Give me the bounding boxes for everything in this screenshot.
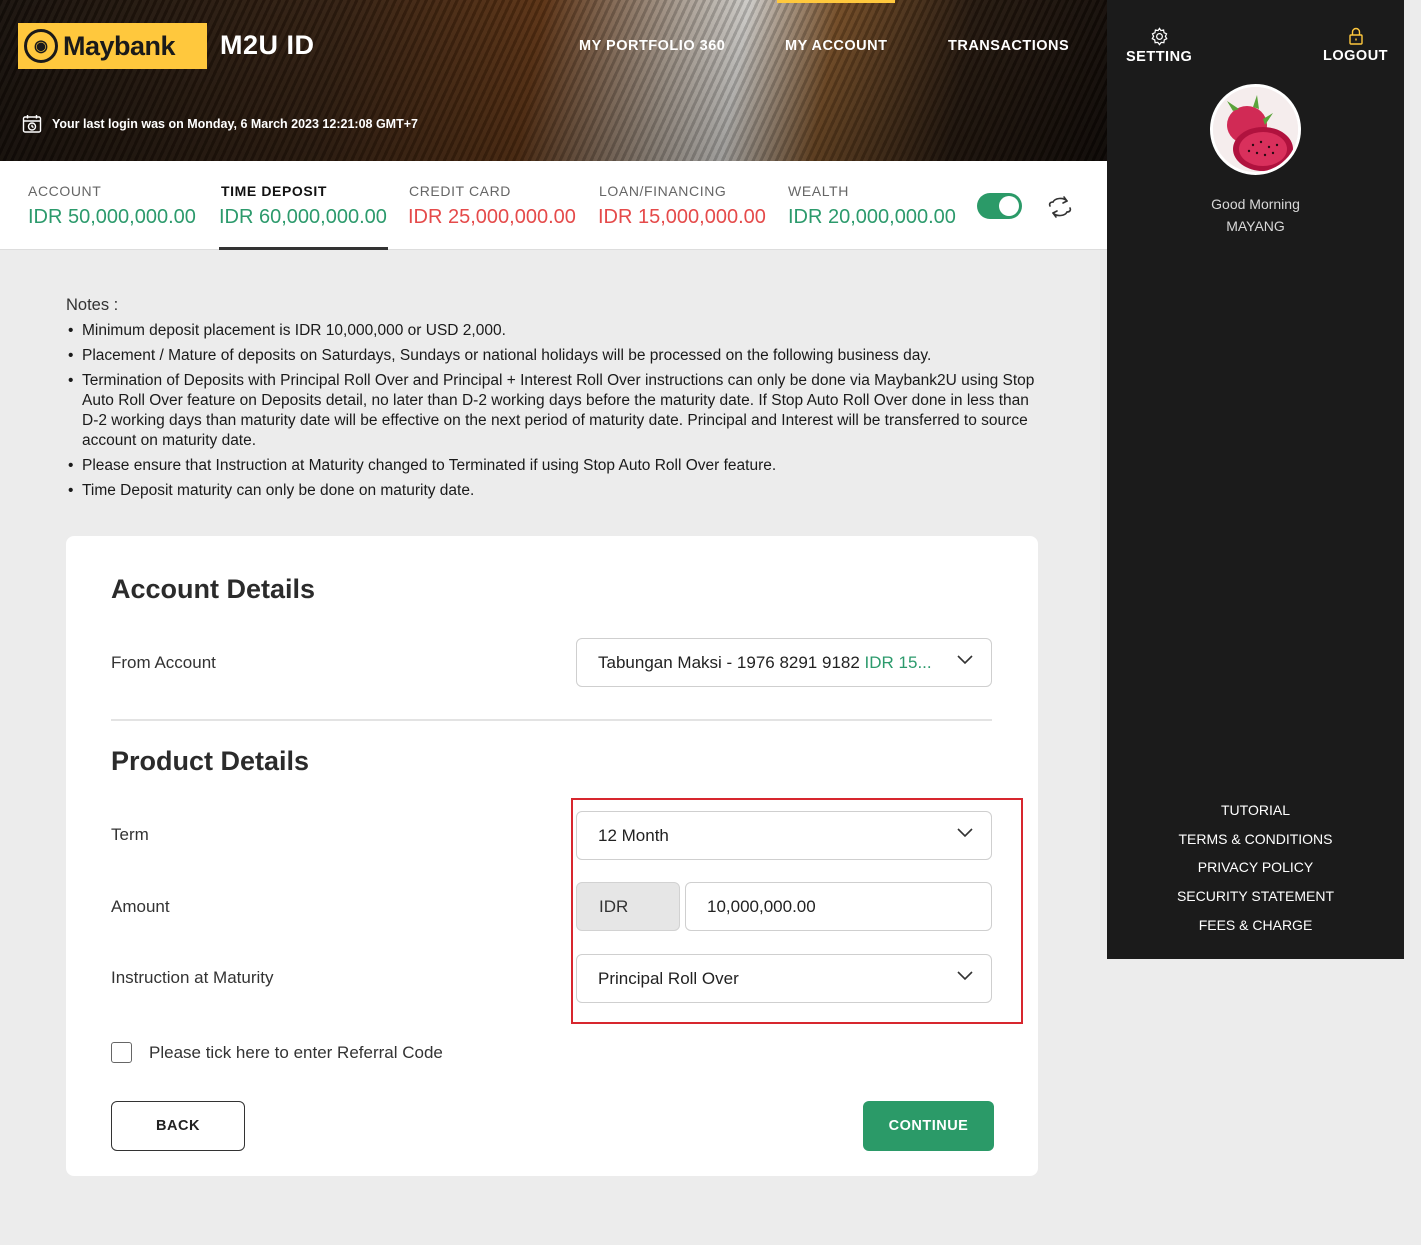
balance-tabs-bar: ACCOUNT IDR 50,000,000.00 TIME DEPOSIT I… <box>0 161 1107 250</box>
nav-my-account[interactable]: MY ACCOUNT <box>785 38 887 54</box>
notes-title: Notes : <box>66 296 119 314</box>
from-account-balance: IDR 15... <box>864 652 932 672</box>
gear-icon <box>1151 27 1168 46</box>
nav-transactions[interactable]: TRANSACTIONS <box>948 38 1069 54</box>
section-divider <box>111 719 992 721</box>
maturity-label: Instruction at Maturity <box>111 968 274 987</box>
last-login-text: Your last login was on Monday, 6 March 2… <box>52 117 418 131</box>
nav-my-portfolio[interactable]: MY PORTFOLIO 360 <box>579 38 725 54</box>
app-name: M2U ID <box>220 30 315 60</box>
from-account-value: Tabungan Maksi - 1976 8291 9182 <box>598 652 860 672</box>
tab-value: IDR 15,000,000.00 <box>598 206 766 228</box>
note-item: Please ensure that Instruction at Maturi… <box>66 456 1036 476</box>
product-details-title: Product Details <box>111 746 310 776</box>
last-login-info: Your last login was on Monday, 6 March 2… <box>22 114 418 134</box>
tab-value: IDR 25,000,000.00 <box>408 206 576 228</box>
logout-label: LOGOUT <box>1323 48 1389 64</box>
tab-label: WEALTH <box>788 183 849 199</box>
link-privacy-policy[interactable]: PRIVACY POLICY <box>1107 856 1404 885</box>
tiger-logo-icon: ◉ <box>24 29 58 63</box>
tab-value: IDR 60,000,000.00 <box>219 206 387 228</box>
tab-value: IDR 20,000,000.00 <box>788 206 956 228</box>
note-item: Time Deposit maturity can only be done o… <box>66 481 1036 501</box>
lock-icon <box>1348 27 1363 45</box>
calendar-clock-icon <box>22 115 42 133</box>
referral-checkbox[interactable] <box>111 1042 132 1063</box>
chevron-down-icon <box>957 655 973 665</box>
link-terms-conditions[interactable]: TERMS & CONDITIONS <box>1107 828 1404 857</box>
greeting-text: Good Morning <box>1211 196 1300 212</box>
notes-section: Notes : Minimum deposit placement is IDR… <box>66 296 1036 506</box>
tab-label: TIME DEPOSIT <box>221 183 327 199</box>
referral-label[interactable]: Please tick here to enter Referral Code <box>149 1043 443 1063</box>
avatar[interactable] <box>1210 84 1301 175</box>
brand-name: Maybank <box>63 30 176 61</box>
dragon-fruit-avatar-image <box>1213 87 1298 172</box>
tab-label: CREDIT CARD <box>409 183 512 199</box>
note-item: Termination of Deposits with Principal R… <box>66 371 1036 451</box>
time-deposit-form-card: Account Details From Account Tabungan Ma… <box>66 536 1038 1176</box>
from-account-label: From Account <box>111 653 216 672</box>
link-fees-charge[interactable]: FEES & CHARGE <box>1107 914 1404 943</box>
from-account-select[interactable]: Tabungan Maksi - 1976 8291 9182 IDR 15..… <box>576 638 992 687</box>
setting-button[interactable]: SETTING <box>1126 27 1192 65</box>
show-balance-toggle[interactable] <box>977 193 1022 219</box>
refresh-icon[interactable] <box>1045 193 1075 221</box>
highlight-box <box>571 798 1023 1024</box>
back-button[interactable]: BACK <box>111 1101 245 1151</box>
maybank-logo[interactable]: ◉ Maybank <box>18 23 207 69</box>
account-details-title: Account Details <box>111 574 316 604</box>
tab-label: ACCOUNT <box>28 183 102 199</box>
sidebar-footer-links: TUTORIAL TERMS & CONDITIONS PRIVACY POLI… <box>1107 799 1404 942</box>
tab-label: LOAN/FINANCING <box>599 183 727 199</box>
sidebar: SETTING LOGOUT Good Morning MAYANG TUTOR… <box>1107 0 1404 959</box>
note-item: Minimum deposit placement is IDR 10,000,… <box>66 321 1036 341</box>
user-name: MAYANG <box>1226 218 1285 234</box>
active-tab-underline <box>219 247 388 250</box>
link-tutorial[interactable]: TUTORIAL <box>1107 799 1404 828</box>
link-security-statement[interactable]: SECURITY STATEMENT <box>1107 885 1404 914</box>
setting-label: SETTING <box>1126 49 1193 65</box>
continue-button[interactable]: CONTINUE <box>863 1101 994 1151</box>
tab-value: IDR 50,000,000.00 <box>28 206 196 228</box>
note-item: Placement / Mature of deposits on Saturd… <box>66 346 1036 366</box>
logout-button[interactable]: LOGOUT <box>1323 27 1388 64</box>
term-label: Term <box>111 825 149 844</box>
notes-list: Minimum deposit placement is IDR 10,000,… <box>66 321 1036 501</box>
nav-active-indicator <box>777 0 895 3</box>
amount-label: Amount <box>111 897 170 916</box>
